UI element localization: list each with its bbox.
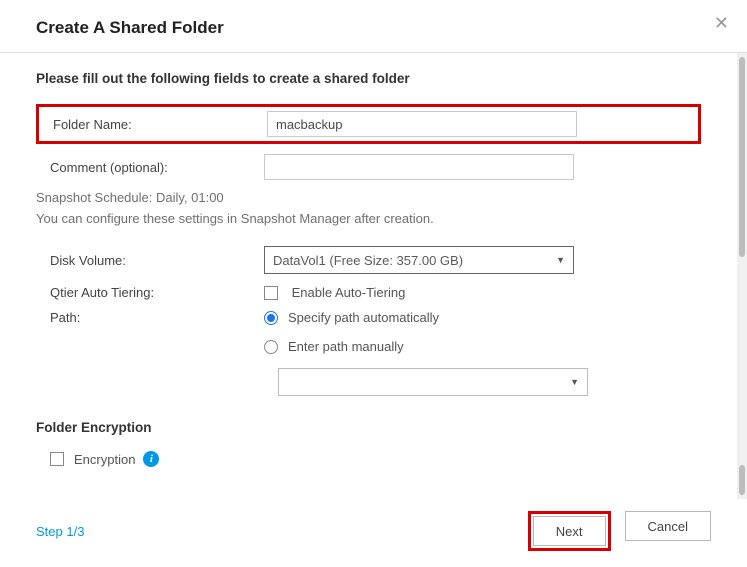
folder-name-input[interactable] [267, 111, 577, 137]
next-button[interactable]: Next [533, 516, 606, 546]
qtier-label: Qtier Auto Tiering: [36, 285, 264, 300]
path-manual-option: Enter path manually [264, 339, 701, 354]
disk-volume-select[interactable]: DataVol1 (Free Size: 357.00 GB) ▼ [264, 246, 574, 274]
radio-dot-icon [267, 314, 275, 322]
qtier-row: Qtier Auto Tiering: Enable Auto-Tiering [36, 284, 701, 300]
info-icon[interactable]: i [143, 451, 159, 467]
path-label: Path: [36, 310, 264, 325]
close-icon[interactable]: ✕ [714, 14, 729, 32]
comment-label: Comment (optional): [36, 160, 264, 175]
snapshot-schedule-text: Snapshot Schedule: Daily, 01:00 [36, 190, 701, 205]
comment-control [264, 154, 701, 180]
folder-encryption-heading: Folder Encryption [36, 420, 701, 435]
dialog-content: Please fill out the following fields to … [0, 53, 737, 499]
path-auto-radio[interactable] [264, 311, 278, 325]
disk-volume-label: Disk Volume: [36, 253, 264, 268]
dialog-footer: Step 1/3 Next Cancel [0, 499, 747, 567]
qtier-control: Enable Auto-Tiering [264, 284, 701, 300]
encryption-label: Encryption [74, 452, 135, 467]
folder-name-row: Folder Name: [36, 104, 701, 144]
comment-input[interactable] [264, 154, 574, 180]
scrollbar[interactable] [737, 53, 747, 499]
encryption-row: Encryption i [36, 451, 701, 467]
scrollbar-thumb[interactable] [739, 57, 745, 257]
path-manual-label: Enter path manually [288, 339, 404, 354]
snapshot-note-text: You can configure these settings in Snap… [36, 211, 701, 226]
folder-name-control [267, 111, 698, 137]
content-wrap: Please fill out the following fields to … [0, 53, 747, 499]
dialog-title: Create A Shared Folder [36, 18, 711, 38]
scrollbar-thumb-bottom[interactable] [739, 465, 745, 495]
path-manual-radio[interactable] [264, 340, 278, 354]
path-auto-option: Specify path automatically [264, 310, 701, 325]
path-row: Path: Specify path automatically Enter p… [36, 310, 701, 396]
folder-name-label: Folder Name: [39, 117, 267, 132]
path-auto-label: Specify path automatically [288, 310, 439, 325]
disk-volume-row: Disk Volume: DataVol1 (Free Size: 357.00… [36, 246, 701, 274]
disk-volume-value: DataVol1 (Free Size: 357.00 GB) [273, 253, 463, 268]
auto-tiering-checkbox[interactable] [264, 286, 278, 300]
path-control: Specify path automatically Enter path ma… [264, 310, 701, 396]
chevron-down-icon: ▼ [570, 377, 579, 387]
chevron-down-icon: ▼ [556, 255, 565, 265]
disk-volume-control: DataVol1 (Free Size: 357.00 GB) ▼ [264, 246, 701, 274]
step-indicator: Step 1/3 [36, 524, 84, 539]
encryption-checkbox[interactable] [50, 452, 64, 466]
auto-tiering-label: Enable Auto-Tiering [292, 285, 406, 300]
instructions-text: Please fill out the following fields to … [36, 71, 701, 86]
cancel-button[interactable]: Cancel [625, 511, 711, 541]
footer-buttons: Next Cancel [528, 511, 711, 551]
next-button-highlight: Next [528, 511, 611, 551]
create-shared-folder-dialog: Create A Shared Folder ✕ Please fill out… [0, 0, 747, 567]
manual-path-select[interactable]: ▼ [278, 368, 588, 396]
dialog-header: Create A Shared Folder ✕ [0, 0, 747, 53]
comment-row: Comment (optional): [36, 154, 701, 180]
